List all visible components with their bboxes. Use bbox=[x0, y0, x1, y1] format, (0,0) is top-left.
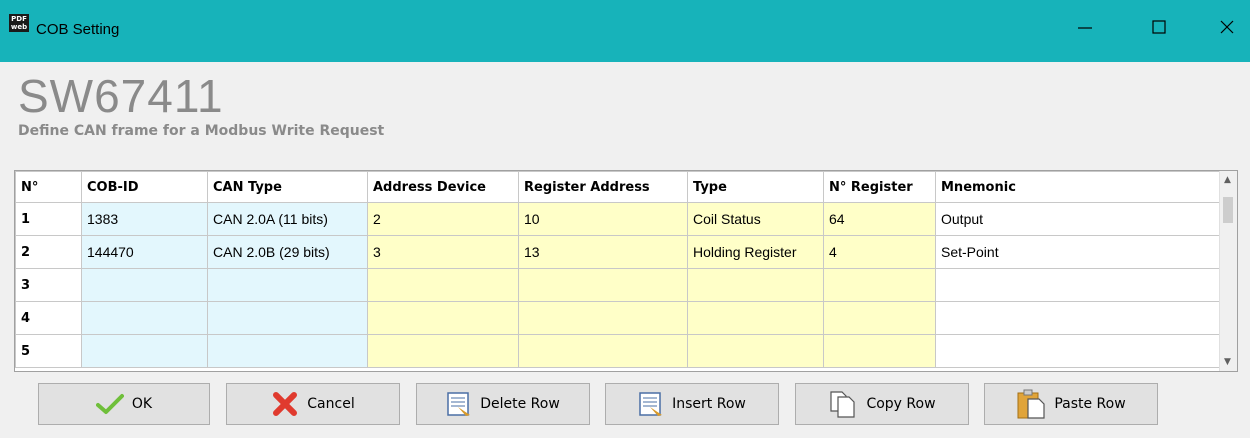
register-address-cell[interactable] bbox=[518, 334, 688, 368]
table-row[interactable]: 3 bbox=[15, 268, 1226, 302]
row-number[interactable]: 4 bbox=[15, 301, 82, 335]
paste-icon bbox=[1017, 389, 1045, 419]
register-address-cell[interactable] bbox=[518, 301, 688, 335]
address-device-cell[interactable]: 3 bbox=[367, 235, 519, 269]
checkmark-icon bbox=[95, 394, 124, 414]
delete-row-label: Delete Row bbox=[480, 396, 560, 412]
type-cell[interactable] bbox=[687, 334, 824, 368]
copy-icon bbox=[830, 391, 856, 418]
column-header-register-address[interactable]: Register Address bbox=[518, 171, 688, 203]
maximize-icon bbox=[1152, 20, 1166, 34]
can-type-cell[interactable]: CAN 2.0A (11 bits) bbox=[207, 202, 368, 236]
insert-row-label: Insert Row bbox=[672, 396, 746, 412]
cancel-label: Cancel bbox=[307, 396, 355, 412]
minimize-icon bbox=[1078, 27, 1092, 29]
copy-row-button[interactable]: Copy Row bbox=[795, 383, 969, 425]
can-type-cell[interactable] bbox=[207, 268, 368, 302]
type-cell[interactable] bbox=[687, 301, 824, 335]
register-address-cell[interactable]: 13 bbox=[518, 235, 688, 269]
row-number[interactable]: 5 bbox=[15, 334, 82, 368]
table-row[interactable]: 2 144470 CAN 2.0B (29 bits) 3 13 Holding… bbox=[15, 235, 1226, 269]
delete-row-button[interactable]: Delete Row bbox=[416, 383, 590, 425]
cob-id-cell[interactable]: 1383 bbox=[81, 202, 208, 236]
scrollbar-thumb[interactable] bbox=[1223, 197, 1233, 223]
close-button[interactable] bbox=[1204, 10, 1250, 44]
table-header-row: N° COB-ID CAN Type Address Device Regist… bbox=[15, 171, 1226, 203]
address-device-cell[interactable]: 2 bbox=[367, 202, 519, 236]
product-code: SW67411 bbox=[18, 70, 224, 122]
n-register-cell[interactable] bbox=[823, 301, 936, 335]
mnemonic-cell[interactable]: Output bbox=[935, 202, 1226, 236]
can-type-cell[interactable]: CAN 2.0B (29 bits) bbox=[207, 235, 368, 269]
cancel-button[interactable]: Cancel bbox=[226, 383, 400, 425]
address-device-cell[interactable] bbox=[367, 301, 519, 335]
can-type-cell[interactable] bbox=[207, 334, 368, 368]
scroll-up-icon[interactable]: ▲ bbox=[1224, 175, 1231, 185]
mnemonic-cell[interactable]: Set-Point bbox=[935, 235, 1226, 269]
window-title: COB Setting bbox=[36, 21, 120, 38]
n-register-cell[interactable] bbox=[823, 334, 936, 368]
register-address-cell[interactable] bbox=[518, 268, 688, 302]
delete-row-icon bbox=[447, 392, 471, 416]
scroll-down-icon[interactable]: ▼ bbox=[1224, 357, 1231, 367]
cob-id-cell[interactable] bbox=[81, 301, 208, 335]
column-header-n-register[interactable]: N° Register bbox=[823, 171, 936, 203]
address-device-cell[interactable] bbox=[367, 268, 519, 302]
title-bar[interactable]: PDF web COB Setting bbox=[0, 0, 1250, 62]
paste-row-label: Paste Row bbox=[1054, 396, 1126, 412]
type-cell[interactable] bbox=[687, 268, 824, 302]
column-header-cob-id[interactable]: COB-ID bbox=[81, 171, 208, 203]
app-icon-text-top: PDF bbox=[11, 15, 27, 23]
minimize-button[interactable] bbox=[1062, 10, 1108, 44]
n-register-cell[interactable]: 64 bbox=[823, 202, 936, 236]
cob-id-cell[interactable] bbox=[81, 268, 208, 302]
insert-row-button[interactable]: Insert Row bbox=[605, 383, 779, 425]
close-icon bbox=[1220, 20, 1234, 34]
n-register-cell[interactable] bbox=[823, 268, 936, 302]
maximize-button[interactable] bbox=[1136, 10, 1182, 44]
ok-label: OK bbox=[131, 396, 153, 412]
column-header-type[interactable]: Type bbox=[687, 171, 824, 203]
cob-setting-window: PDF web COB Setting SW67411 Define CAN f… bbox=[0, 0, 1250, 438]
page-subtitle: Define CAN frame for a Modbus Write Requ… bbox=[18, 123, 385, 139]
row-number[interactable]: 1 bbox=[15, 202, 82, 236]
column-header-address-device[interactable]: Address Device bbox=[367, 171, 519, 203]
paste-row-button[interactable]: Paste Row bbox=[984, 383, 1158, 425]
ok-button[interactable]: OK bbox=[38, 383, 210, 425]
row-number[interactable]: 3 bbox=[15, 268, 82, 302]
cancel-x-icon bbox=[273, 392, 298, 416]
table-row[interactable]: 5 bbox=[15, 334, 1226, 368]
mnemonic-cell[interactable] bbox=[935, 268, 1226, 302]
register-address-cell[interactable]: 10 bbox=[518, 202, 688, 236]
n-register-cell[interactable]: 4 bbox=[823, 235, 936, 269]
column-header-n[interactable]: N° bbox=[15, 171, 82, 203]
app-icon: PDF web bbox=[9, 14, 29, 32]
cob-table[interactable]: N° COB-ID CAN Type Address Device Regist… bbox=[14, 170, 1238, 372]
row-number[interactable]: 2 bbox=[15, 235, 82, 269]
mnemonic-cell[interactable] bbox=[935, 301, 1226, 335]
table-row[interactable]: 1 1383 CAN 2.0A (11 bits) 2 10 Coil Stat… bbox=[15, 202, 1226, 236]
cob-id-cell[interactable] bbox=[81, 334, 208, 368]
address-device-cell[interactable] bbox=[367, 334, 519, 368]
can-type-cell[interactable] bbox=[207, 301, 368, 335]
copy-row-label: Copy Row bbox=[866, 396, 936, 412]
type-cell[interactable]: Holding Register bbox=[687, 235, 824, 269]
vertical-scrollbar[interactable]: ▲ ▼ bbox=[1219, 171, 1237, 371]
column-header-mnemonic[interactable]: Mnemonic bbox=[935, 171, 1226, 203]
mnemonic-cell[interactable] bbox=[935, 334, 1226, 368]
insert-row-icon bbox=[639, 392, 663, 416]
type-cell[interactable]: Coil Status bbox=[687, 202, 824, 236]
cob-id-cell[interactable]: 144470 bbox=[81, 235, 208, 269]
app-icon-text-bottom: web bbox=[10, 23, 28, 31]
table-row[interactable]: 4 bbox=[15, 301, 1226, 335]
column-header-can-type[interactable]: CAN Type bbox=[207, 171, 368, 203]
